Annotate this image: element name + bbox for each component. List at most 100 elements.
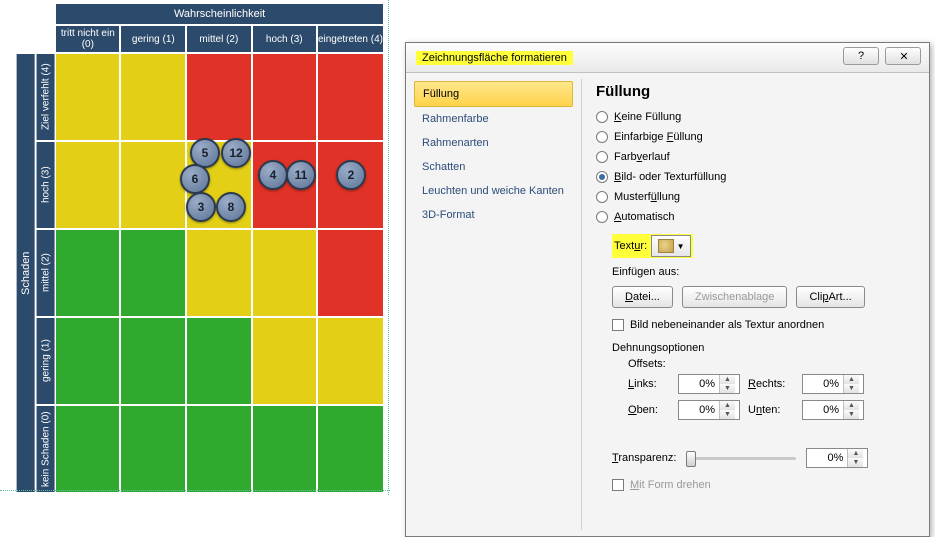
prob-col-4: eingetreten (4) [318, 26, 383, 52]
probability-header: Wahrscheinlichkeit [56, 4, 383, 24]
fill-gradient-row[interactable]: Farbverlauf [596, 148, 915, 166]
cell-1-1[interactable] [121, 142, 185, 228]
help-button[interactable]: ? [843, 47, 879, 65]
risk-bubble-6[interactable]: 6 [180, 164, 210, 194]
dialog-nav: Füllung Rahmenfarbe Rahmenarten Schatten… [406, 73, 581, 536]
spin-down-icon[interactable]: ▼ [844, 384, 859, 393]
offset-left-input[interactable] [679, 378, 719, 390]
radio-icon [596, 171, 608, 183]
transparency-spinner[interactable]: ▲▼ [806, 448, 868, 468]
clipart-button[interactable]: ClipArt... [796, 286, 864, 308]
cell-4-3[interactable] [253, 406, 316, 492]
risk-bubble-12[interactable]: 12 [221, 138, 251, 168]
cell-3-2[interactable] [187, 318, 250, 404]
risk-bubble-11[interactable]: 11 [286, 160, 316, 190]
cell-0-4[interactable] [318, 54, 383, 140]
radio-icon [596, 111, 608, 123]
cell-3-4[interactable] [318, 318, 383, 404]
damage-row-1: hoch (3) [37, 142, 55, 228]
damage-row-2: mittel (2) [37, 230, 55, 316]
fill-solid-label: Einfarbige Füllung [614, 131, 703, 143]
cell-0-0[interactable] [56, 54, 119, 140]
fill-pattern-row[interactable]: Musterfüllung [596, 188, 915, 206]
prob-col-2: mittel (2) [187, 26, 250, 52]
rotate-check-row[interactable]: Mit Form drehen [612, 476, 915, 494]
cell-4-2[interactable] [187, 406, 250, 492]
cell-3-1[interactable] [121, 318, 185, 404]
nav-glow[interactable]: Leuchten und weiche Kanten [414, 179, 573, 203]
cell-4-0[interactable] [56, 406, 119, 492]
radio-icon [596, 151, 608, 163]
cell-4-1[interactable] [121, 406, 185, 492]
radio-icon [596, 131, 608, 143]
cell-0-1[interactable] [121, 54, 185, 140]
cell-3-3[interactable] [253, 318, 316, 404]
texture-swatch-icon [658, 239, 674, 253]
cell-4-4[interactable] [318, 406, 383, 492]
close-icon: ✕ [899, 50, 906, 63]
drawing-canvas-border-h [0, 490, 390, 491]
spin-down-icon[interactable]: ▼ [844, 410, 859, 419]
damage-header: Schaden [17, 54, 35, 492]
risk-bubble-3[interactable]: 3 [186, 192, 216, 222]
offset-right-spinner[interactable]: ▲▼ [802, 374, 864, 394]
offset-left-spinner[interactable]: ▲▼ [678, 374, 740, 394]
transparency-slider[interactable] [686, 450, 796, 466]
fill-none-row[interactable]: Keine Füllung [596, 108, 915, 126]
prob-col-0: tritt nicht ein (0) [56, 26, 119, 52]
close-button[interactable]: ✕ [885, 47, 921, 65]
offset-top-spinner[interactable]: ▲▼ [678, 400, 740, 420]
rotate-check-label: Mit Form drehen [630, 479, 711, 491]
cell-2-3[interactable] [253, 230, 316, 316]
cell-0-3[interactable] [253, 54, 316, 140]
cell-1-0[interactable] [56, 142, 119, 228]
texture-label: Textur: [614, 240, 647, 252]
nav-shadow[interactable]: Schatten [414, 155, 573, 179]
spin-up-icon[interactable]: ▲ [844, 375, 859, 384]
spin-up-icon[interactable]: ▲ [844, 401, 859, 410]
nav-bordercolor[interactable]: Rahmenfarbe [414, 107, 573, 131]
insert-from-label: Einfügen aus: [612, 266, 915, 278]
fill-picture-row[interactable]: Bild- oder Texturfüllung [596, 168, 915, 186]
risk-matrix: Wahrscheinlichkeit tritt nicht ein (0) g… [15, 2, 385, 494]
cell-2-4[interactable] [318, 230, 383, 316]
nav-borderstyles[interactable]: Rahmenarten [414, 131, 573, 155]
offset-bottom-input[interactable] [803, 404, 843, 416]
risk-bubble-2[interactable]: 2 [336, 160, 366, 190]
offset-bottom-spinner[interactable]: ▲▼ [802, 400, 864, 420]
transparency-input[interactable] [807, 452, 847, 464]
spin-up-icon[interactable]: ▲ [720, 401, 735, 410]
spin-down-icon[interactable]: ▼ [720, 384, 735, 393]
cell-2-0[interactable] [56, 230, 119, 316]
risk-matrix-table: Wahrscheinlichkeit tritt nicht ein (0) g… [15, 2, 385, 494]
risk-bubble-8[interactable]: 8 [216, 192, 246, 222]
file-button[interactable]: Datei... [612, 286, 673, 308]
spin-down-icon[interactable]: ▼ [848, 458, 863, 467]
cell-3-0[interactable] [56, 318, 119, 404]
texture-row: Textur: ▼ [612, 234, 693, 258]
dialog-titlebar[interactable]: Zeichnungsfläche formatieren ? ✕ [406, 43, 929, 73]
insert-from-buttons: Datei... Zwischenablage ClipArt... [612, 286, 915, 308]
slider-thumb-icon[interactable] [686, 451, 696, 467]
damage-row-0: Ziel verfehlt (4) [37, 54, 55, 140]
offset-top-input[interactable] [679, 404, 719, 416]
cell-2-2[interactable] [187, 230, 250, 316]
risk-bubble-4[interactable]: 4 [258, 160, 288, 190]
clipboard-button: Zwischenablage [682, 286, 788, 308]
spin-up-icon[interactable]: ▲ [848, 449, 863, 458]
drawing-canvas-border-v [388, 0, 389, 495]
cell-2-1[interactable] [121, 230, 185, 316]
nav-3dformat[interactable]: 3D-Format [414, 203, 573, 227]
tile-check-row[interactable]: Bild nebeneinander als Textur anordnen [612, 316, 915, 334]
fill-none-label: Keine Füllung [614, 111, 681, 123]
prob-col-1: gering (1) [121, 26, 185, 52]
spin-up-icon[interactable]: ▲ [720, 375, 735, 384]
offset-right-input[interactable] [803, 378, 843, 390]
cell-0-2[interactable] [187, 54, 250, 140]
nav-fill[interactable]: Füllung [414, 81, 573, 107]
texture-picker-button[interactable]: ▼ [651, 235, 691, 257]
offsets-grid: Links: ▲▼ Rechts: ▲▼ Oben: ▲▼ Unten: ▲▼ [628, 374, 915, 420]
fill-solid-row[interactable]: Einfarbige Füllung [596, 128, 915, 146]
fill-auto-row[interactable]: Automatisch [596, 208, 915, 226]
spin-down-icon[interactable]: ▼ [720, 410, 735, 419]
